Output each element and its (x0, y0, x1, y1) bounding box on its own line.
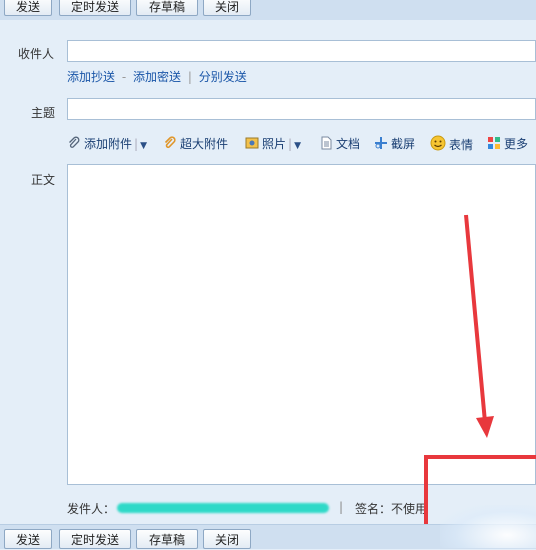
screen-glare (440, 505, 536, 548)
